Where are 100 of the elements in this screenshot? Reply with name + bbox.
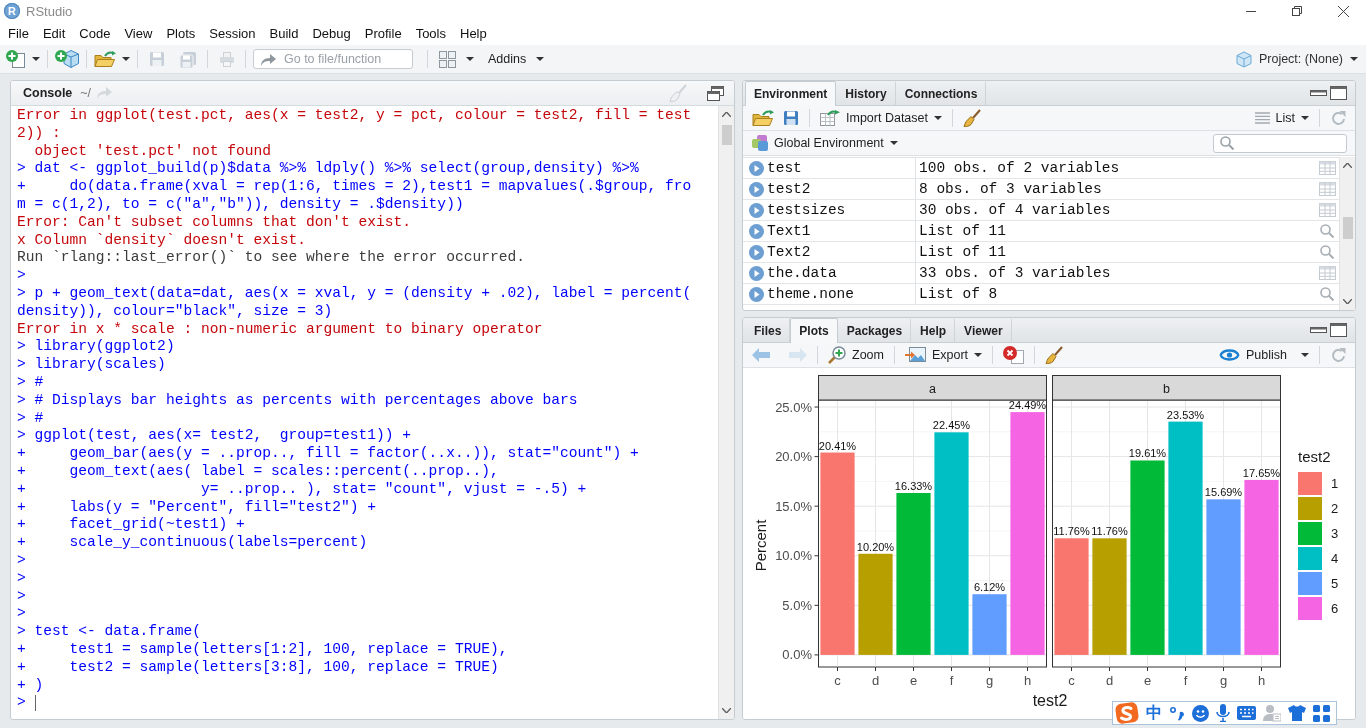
pane-layout-icon[interactable] — [439, 50, 456, 68]
console-line: > — [17, 587, 27, 606]
scroll-up-icon[interactable] — [1343, 163, 1352, 168]
bar-value-label: 17.65% — [1242, 466, 1281, 479]
pane-minimize-icon[interactable] — [1310, 327, 1327, 333]
menu-item[interactable]: View — [117, 22, 160, 45]
smiley-icon[interactable] — [1192, 704, 1209, 722]
scroll-up-icon[interactable] — [722, 112, 731, 117]
scrollbar-thumb[interactable] — [1342, 217, 1353, 239]
caret-icon[interactable] — [122, 57, 130, 61]
pane-tab[interactable]: Help — [911, 318, 956, 342]
publish-button[interactable]: Publish — [1219, 345, 1309, 365]
import-table-icon — [820, 110, 840, 126]
open-folder-icon[interactable] — [752, 110, 774, 126]
back-arrow-icon[interactable] — [752, 348, 770, 362]
scrollbar[interactable] — [1339, 157, 1355, 310]
pane-tab[interactable]: Packages — [837, 318, 912, 342]
search-field[interactable] — [1213, 133, 1347, 153]
pane-maximize-icon[interactable] — [1330, 323, 1347, 337]
y-tick-label: 0.0% — [782, 647, 812, 663]
punctuation-icon[interactable] — [1169, 705, 1185, 721]
console-line: + geom_bar(aes(y = ..prop.., fill = factor(..x..)), stat="count") + — [17, 445, 640, 463]
grid-menu-icon[interactable] — [1313, 704, 1330, 722]
working-directory[interactable]: ~/ — [80, 86, 92, 100]
console-line: > dat <- ggplot_build(p)$data %>% ldply() %>% select(group,density) %>% — [17, 160, 640, 179]
menu-item[interactable]: Debug — [305, 22, 358, 45]
close-icon[interactable] — [1337, 5, 1349, 17]
microphone-icon[interactable] — [1216, 704, 1230, 722]
view-mode-button[interactable]: List — [1254, 108, 1309, 128]
table-view-icon[interactable] — [1318, 266, 1336, 280]
pane-tab[interactable]: History — [836, 81, 896, 105]
new-project-icon[interactable] — [55, 50, 79, 68]
table-view-icon[interactable] — [1318, 182, 1336, 196]
refresh-icon[interactable] — [1330, 109, 1347, 127]
environment-scope-button[interactable]: Global Environment — [752, 133, 898, 153]
save-icon[interactable] — [783, 110, 799, 126]
search-icon[interactable] — [1320, 224, 1334, 238]
project-menu-button[interactable]: Project: (None) — [1235, 49, 1358, 69]
restore-icon[interactable] — [1292, 6, 1302, 16]
save-all-icon[interactable] — [179, 50, 197, 68]
zoom-button[interactable]: Zoom — [828, 345, 884, 365]
stacked-squares-icon — [752, 135, 768, 151]
open-folder-icon[interactable] — [94, 51, 116, 67]
caret-icon[interactable] — [466, 57, 474, 61]
export-button[interactable]: Export — [904, 345, 983, 365]
broom-icon[interactable] — [1045, 346, 1064, 364]
shirt-icon[interactable] — [1288, 705, 1306, 721]
pane-restore-icon[interactable] — [707, 85, 724, 101]
input-method-logo-icon[interactable] — [1115, 702, 1139, 724]
bar-value-label: 22.45% — [932, 419, 971, 432]
pane-tab[interactable]: Viewer — [955, 318, 1012, 342]
console-line: > # Displays bar heights as percents with percentages above bars — [17, 391, 579, 410]
scrollbar[interactable] — [718, 106, 734, 719]
menu-item[interactable]: Session — [202, 22, 263, 45]
axis-title: Percent — [752, 519, 770, 572]
pane-minimize-icon[interactable] — [1310, 90, 1327, 96]
menu-item[interactable]: Help — [453, 22, 494, 45]
picture-arrow-icon — [904, 347, 926, 363]
menu-item[interactable]: Edit — [35, 22, 73, 45]
input-mode-toggle[interactable]: 中 — [1146, 703, 1162, 723]
menu-item[interactable]: Profile — [357, 22, 409, 45]
y-tick-label: 10.0% — [775, 548, 812, 564]
facet-strip: a — [818, 375, 1047, 401]
caret-icon[interactable] — [32, 57, 40, 61]
pane-maximize-icon[interactable] — [1330, 86, 1347, 100]
pane-tab[interactable]: Connections — [895, 81, 987, 105]
addins-menu-button[interactable]: Addins — [488, 49, 545, 69]
console-input[interactable]: > — [17, 694, 36, 713]
menu-item[interactable]: Plots — [159, 22, 203, 45]
variable-name: testsizes — [767, 202, 846, 218]
console-line: + do(data.frame(xval = rep(1:6, times = 2),test1 = mapvalues(.$group, fro — [17, 178, 693, 196]
new-file-icon[interactable] — [6, 50, 26, 68]
search-icon[interactable] — [1320, 245, 1334, 259]
menu-item[interactable]: File — [1, 22, 36, 45]
broom-icon[interactable] — [963, 109, 981, 127]
search-icon[interactable] — [1320, 287, 1334, 301]
table-view-icon[interactable] — [1318, 161, 1336, 175]
scrollbar-thumb[interactable] — [721, 125, 732, 145]
x-tick-label: d — [1105, 673, 1114, 688]
delete-plot-icon[interactable] — [1003, 346, 1025, 364]
bar-value-label: 11.76% — [1053, 525, 1090, 538]
keyboard-icon[interactable] — [1237, 706, 1256, 720]
console-line: object 'test.pct' not found — [33, 142, 272, 161]
console-line: Error in ggplot(test.pct, aes(x = test2, y = pct, colour = test2, fill = test — [17, 107, 693, 125]
variable-value: List of 11 — [919, 244, 1006, 260]
refresh-icon[interactable] — [1330, 346, 1347, 364]
variable-value: 33 obs. of 3 variables — [919, 265, 1111, 281]
go-to-file-field[interactable]: Go to file/function — [253, 49, 413, 69]
menu-item[interactable]: Code — [72, 22, 118, 45]
menu-item[interactable]: Build — [262, 22, 306, 45]
import-dataset-button[interactable]: Import Dataset — [820, 108, 942, 128]
scroll-down-icon[interactable] — [1343, 299, 1352, 304]
user-card-icon[interactable] — [1263, 704, 1281, 722]
scroll-down-icon[interactable] — [722, 708, 731, 713]
table-view-icon[interactable] — [1318, 203, 1336, 217]
minimize-icon[interactable] — [1246, 10, 1256, 12]
x-tick-label: f — [949, 673, 954, 688]
menu-item[interactable]: Tools — [408, 22, 453, 45]
pane-tab[interactable]: Plots — [790, 318, 838, 343]
pane-tab[interactable]: Environment — [745, 81, 837, 106]
